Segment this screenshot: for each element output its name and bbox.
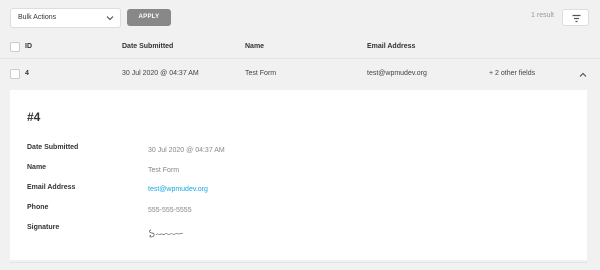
row-name: Test Form	[245, 70, 277, 77]
filter-icon	[572, 14, 581, 23]
filter-button[interactable]	[562, 9, 589, 26]
field-label-date: Date Submitted	[27, 144, 79, 151]
bulk-actions-label: Bulk Actions	[18, 14, 57, 21]
toolbar: Bulk Actions APPLY 1 result	[0, 0, 600, 35]
column-header-name[interactable]: Name	[245, 43, 264, 50]
bulk-actions-select[interactable]: Bulk Actions	[10, 8, 121, 28]
select-all-checkbox[interactable]	[10, 42, 20, 52]
field-label-name: Name	[27, 164, 47, 171]
row-email: test@wpmudev.org	[367, 70, 427, 77]
apply-button[interactable]: APPLY	[127, 9, 171, 26]
column-header-date[interactable]: Date Submitted	[122, 43, 173, 50]
row-date: 30 Jul 2020 @ 04:37 AM	[122, 70, 199, 77]
entry-detail-panel: #4 Date Submitted 30 Jul 2020 @ 04:37 AM…	[10, 90, 587, 260]
row-checkbox[interactable]	[10, 69, 20, 79]
field-value-phone: 555-555-5555	[148, 207, 192, 214]
field-label-phone: Phone	[27, 204, 49, 211]
divider	[10, 262, 587, 263]
field-value-name: Test Form	[148, 167, 180, 174]
field-label-email: Email Address	[27, 184, 76, 191]
field-label-signature: Signature	[27, 224, 60, 231]
result-count: 1 result	[531, 12, 554, 19]
row-id: 4	[25, 70, 29, 77]
column-header-email[interactable]: Email Address	[367, 43, 415, 50]
chevron-down-icon	[106, 16, 114, 21]
signature-image	[149, 229, 184, 238]
field-value-email-link[interactable]: test@wpmudev.org	[148, 186, 208, 193]
entry-title: #4	[27, 110, 41, 124]
chevron-up-icon[interactable]	[579, 71, 587, 79]
field-value-date: 30 Jul 2020 @ 04:37 AM	[148, 147, 225, 154]
table-header: ID Date Submitted Name Email Address	[0, 35, 600, 58]
table-row[interactable]: 4 30 Jul 2020 @ 04:37 AM Test Form test@…	[0, 58, 600, 89]
row-other-fields[interactable]: + 2 other fields	[489, 70, 535, 77]
column-header-id[interactable]: ID	[25, 43, 32, 50]
